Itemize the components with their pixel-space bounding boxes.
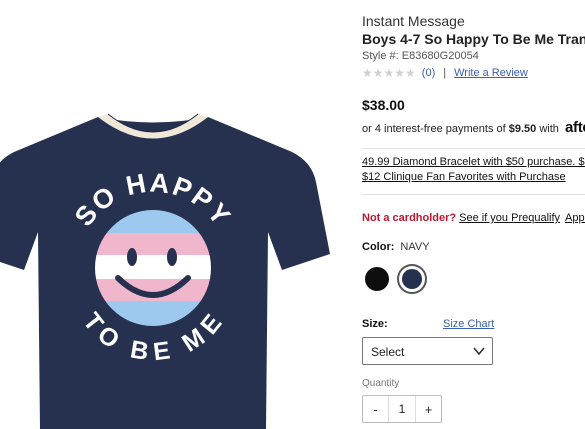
- product-price: $38.00: [362, 97, 405, 113]
- color-swatch-navy[interactable]: [397, 264, 427, 294]
- write-review-link[interactable]: Write a Review: [454, 67, 528, 79]
- brand-name[interactable]: Instant Message: [362, 13, 465, 29]
- cardholder-notice: Not a cardholder?: [362, 212, 457, 224]
- product-info-panel: Instant Message Boys 4-7 So Happy To Be …: [362, 0, 585, 429]
- quantity-decrease-button[interactable]: -: [363, 396, 389, 422]
- style-number: Style #: E83680G20054: [362, 50, 479, 62]
- star-rating-icon: ★★★★★: [362, 66, 416, 80]
- product-title: Boys 4-7 So Happy To Be Me Trans: [362, 31, 585, 47]
- product-image[interactable]: SO HAPPY TO BE ME: [0, 0, 343, 429]
- color-label-row: Color: NAVY: [362, 241, 430, 253]
- quantity-stepper: - 1 +: [362, 395, 442, 423]
- size-chart-link[interactable]: Size Chart: [443, 318, 494, 330]
- apply-link[interactable]: Apply: [565, 212, 585, 224]
- quantity-increase-button[interactable]: +: [415, 396, 441, 422]
- promo-link-clinique[interactable]: $12 Clinique Fan Favorites with Purchase: [362, 171, 566, 183]
- installment-amount: $9.50: [508, 123, 537, 135]
- installment-with: with: [539, 123, 559, 135]
- size-label: Size:: [362, 318, 388, 330]
- color-value: NAVY: [400, 241, 430, 253]
- style-value: E83680G20054: [401, 50, 479, 62]
- rating-row: ★★★★★ (0) | Write a Review: [362, 66, 528, 80]
- separator: |: [443, 67, 447, 79]
- color-swatch-navy-fill: [402, 269, 422, 289]
- promo-link-bracelet[interactable]: 49.99 Diamond Bracelet with $50 purchase…: [362, 156, 585, 168]
- size-select[interactable]: Select: [362, 337, 493, 365]
- color-swatch-black[interactable]: [365, 267, 389, 291]
- cardholder-row: Not a cardholder? See if you Prequalify Ap…: [362, 212, 585, 224]
- tshirt-illustration: SO HAPPY TO BE ME: [0, 113, 330, 429]
- style-label: Style #:: [362, 50, 399, 62]
- review-count-link[interactable]: (0): [422, 67, 435, 79]
- size-select-value: Select: [371, 345, 405, 359]
- installment-prefix: or 4 interest-free payments of: [362, 123, 506, 135]
- installment-info: or 4 interest-free payments of $9.50 wit…: [362, 119, 585, 136]
- divider: [362, 194, 585, 195]
- chevron-down-icon: [473, 347, 485, 356]
- color-label: Color:: [362, 241, 395, 253]
- afterpay-logo[interactable]: afte: [565, 119, 585, 136]
- quantity-label: Quantity: [362, 378, 400, 389]
- quantity-input[interactable]: 1: [389, 396, 415, 422]
- prequalify-link[interactable]: See if you Prequalify: [459, 212, 560, 224]
- divider: [362, 148, 585, 149]
